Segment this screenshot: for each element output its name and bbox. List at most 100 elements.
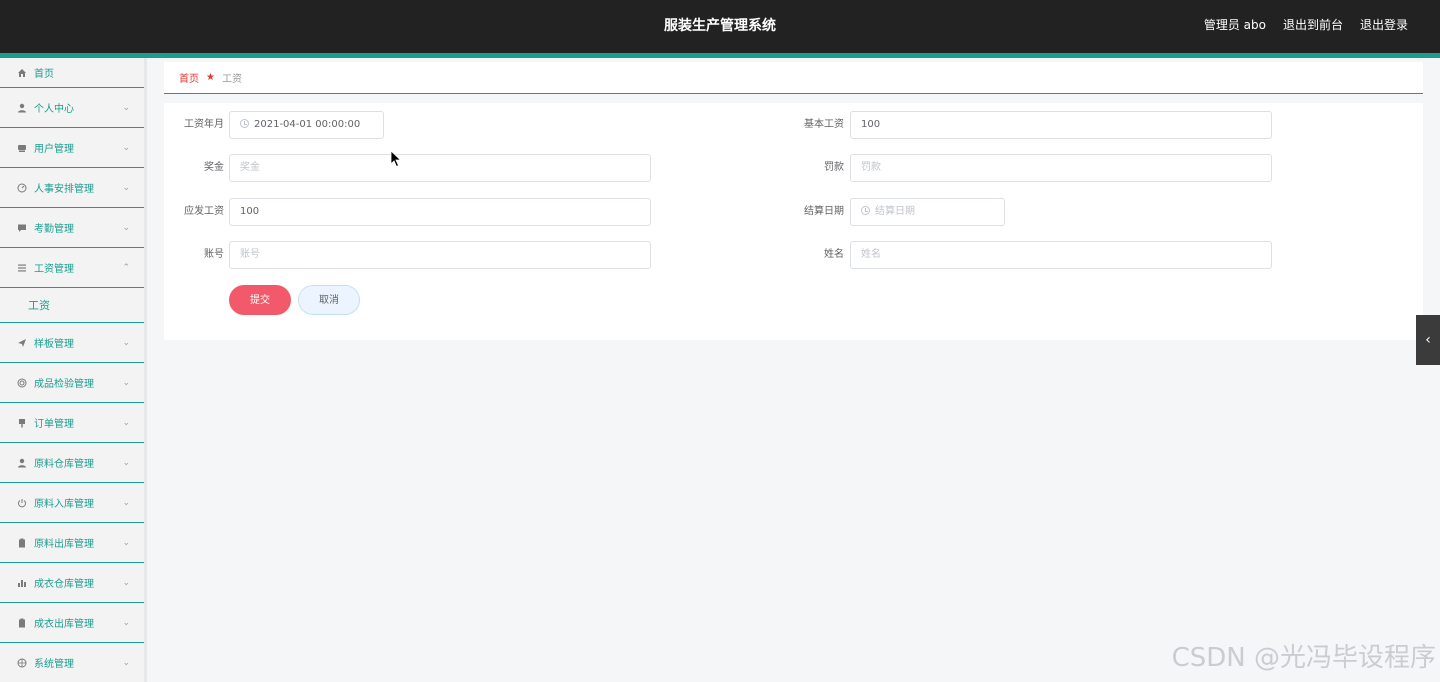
sidebar-item-label: 成品检验管理 (34, 379, 94, 390)
star-separator-icon: ★ (206, 72, 215, 83)
sidebar-item-label: 样板管理 (34, 339, 74, 350)
sidebar-item-label: 订单管理 (34, 419, 74, 430)
name-field[interactable]: 姓名 (850, 241, 1272, 269)
power-icon (17, 498, 27, 508)
chevron-down-icon: ⌄ (122, 377, 130, 388)
current-user-label: 管理员 abo (1203, 18, 1266, 32)
sidebar-item-profile[interactable]: 个人中心 ⌄ (0, 88, 144, 128)
account-field[interactable]: 账号 (229, 241, 651, 269)
settings-icon (17, 658, 27, 668)
mouse-cursor-icon (390, 150, 402, 168)
submit-button[interactable]: 提交 (229, 285, 291, 315)
base-salary-value: 100 (861, 119, 881, 130)
sidebar-item-label: 成衣仓库管理 (34, 579, 94, 590)
comment-icon (17, 223, 27, 233)
bonus-label: 奖金 (204, 162, 224, 173)
sidebar-item-garment-warehouse[interactable]: 成衣仓库管理 ⌄ (0, 563, 144, 603)
target-icon (17, 378, 27, 388)
chevron-down-icon: ⌄ (122, 497, 130, 508)
cancel-button[interactable]: 取消 (298, 285, 360, 315)
home-icon (17, 68, 27, 78)
salary-month-picker[interactable]: 2021-04-01 00:00:00 (229, 111, 384, 139)
watermark: CSDN @光冯毕设程序 (1171, 643, 1436, 673)
chevron-down-icon: ⌄ (122, 182, 130, 193)
sidebar-item-raw-inbound[interactable]: 原料入库管理 ⌄ (0, 483, 144, 523)
sidebar-subitem-label: 工资 (28, 299, 50, 312)
clipboard-icon (17, 618, 27, 628)
to-front-link[interactable]: 退出到前台 (1283, 0, 1343, 50)
list-icon (17, 263, 27, 273)
sidebar-item-samples[interactable]: 样板管理 ⌄ (0, 323, 144, 363)
breadcrumb-home-link[interactable]: 首页 (179, 70, 199, 85)
sidebar-item-hr[interactable]: 人事安排管理 ⌄ (0, 168, 144, 208)
chevron-down-icon: ⌄ (122, 657, 130, 668)
chevron-down-icon: ⌄ (122, 337, 130, 348)
sidebar-item-orders[interactable]: 订单管理 ⌄ (0, 403, 144, 443)
panel-toggle-button[interactable]: ‹ (1416, 315, 1440, 365)
topbar-accent-line (0, 53, 1440, 58)
sidebar-subitem-salary[interactable]: 工资 (0, 288, 144, 323)
clipboard-icon (17, 538, 27, 548)
sidebar-item-home[interactable]: 首页 (0, 58, 144, 88)
name-label: 姓名 (824, 249, 844, 260)
sidebar-item-garment-outbound[interactable]: 成衣出库管理 ⌄ (0, 603, 144, 643)
sidebar-item-label: 原料入库管理 (34, 499, 94, 510)
top-right-menu: 管理员 abo 退出到前台 退出登录 (1204, 0, 1408, 50)
chevron-down-icon: ⌄ (122, 222, 130, 233)
settle-date-picker[interactable]: 结算日期 (850, 198, 1005, 226)
users-icon (17, 143, 27, 153)
chevron-down-icon: ⌄ (122, 617, 130, 628)
sidebar-item-label: 成衣出库管理 (34, 619, 94, 630)
chevron-up-icon: ⌃ (122, 262, 130, 273)
gauge-icon (17, 183, 27, 193)
top-bar: 服装生产管理系统 管理员 abo 退出到前台 退出登录 (0, 0, 1440, 53)
chevron-down-icon: ⌄ (122, 577, 130, 588)
gross-pay-value: 100 (240, 206, 260, 217)
bonus-field[interactable]: 奖金 (229, 154, 651, 182)
bar-chart-icon (17, 578, 27, 588)
person-icon (17, 458, 27, 468)
sidebar-item-label: 工资管理 (34, 264, 74, 275)
penalty-placeholder: 罚款 (861, 162, 881, 173)
sidebar-item-label: 用户管理 (34, 144, 74, 155)
sidebar-item-raw-warehouse[interactable]: 原料仓库管理 ⌄ (0, 443, 144, 483)
sidebar-item-label: 原料出库管理 (34, 539, 94, 550)
clock-icon (240, 119, 249, 128)
base-salary-label: 基本工资 (804, 119, 844, 130)
sidebar-item-label: 人事安排管理 (34, 184, 94, 195)
sidebar-item-attendance[interactable]: 考勤管理 ⌄ (0, 208, 144, 248)
chevron-down-icon: ⌄ (122, 417, 130, 428)
gross-pay-label: 应发工资 (184, 206, 224, 217)
name-placeholder: 姓名 (861, 249, 881, 260)
clock-icon (861, 206, 870, 215)
chevron-down-icon: ⌄ (122, 537, 130, 548)
sidebar-item-salary[interactable]: 工资管理 ⌃ (0, 248, 144, 288)
settle-date-placeholder: 结算日期 (875, 206, 915, 217)
sidebar-item-label: 首页 (34, 69, 54, 80)
sidebar-item-users[interactable]: 用户管理 ⌄ (0, 128, 144, 168)
sidebar: 首页 个人中心 ⌄ 用户管理 ⌄ 人事安排管理 ⌄ 考勤管理 ⌄ 工资管理 ⌃ (0, 58, 147, 682)
salary-form: 工资年月 2021-04-01 00:00:00 基本工资 100 奖金 奖金 … (164, 103, 1423, 340)
sidebar-item-label: 系统管理 (34, 659, 74, 670)
breadcrumb: 首页 ★ 工资 (164, 62, 1423, 94)
sidebar-item-label: 个人中心 (34, 104, 74, 115)
salary-month-value: 2021-04-01 00:00:00 (254, 119, 361, 130)
settle-date-label: 结算日期 (804, 206, 844, 217)
sidebar-item-inspection[interactable]: 成品检验管理 ⌄ (0, 363, 144, 403)
sidebar-item-system[interactable]: 系统管理 ⌄ (0, 643, 144, 682)
sidebar-item-label: 考勤管理 (34, 224, 74, 235)
base-salary-field[interactable]: 100 (850, 111, 1272, 139)
account-label: 账号 (204, 249, 224, 260)
salary-month-label: 工资年月 (184, 119, 224, 130)
chevron-left-icon: ‹ (1425, 332, 1431, 348)
send-icon (17, 338, 27, 348)
sidebar-item-label: 原料仓库管理 (34, 459, 94, 470)
penalty-field[interactable]: 罚款 (850, 154, 1272, 182)
breadcrumb-current: 工资 (221, 74, 242, 85)
user-icon (17, 103, 27, 113)
penalty-label: 罚款 (824, 162, 844, 173)
gross-pay-field[interactable]: 100 (229, 198, 651, 226)
chevron-down-icon: ⌄ (122, 142, 130, 153)
sidebar-item-raw-outbound[interactable]: 原料出库管理 ⌄ (0, 523, 144, 563)
logout-link[interactable]: 退出登录 (1360, 0, 1408, 50)
